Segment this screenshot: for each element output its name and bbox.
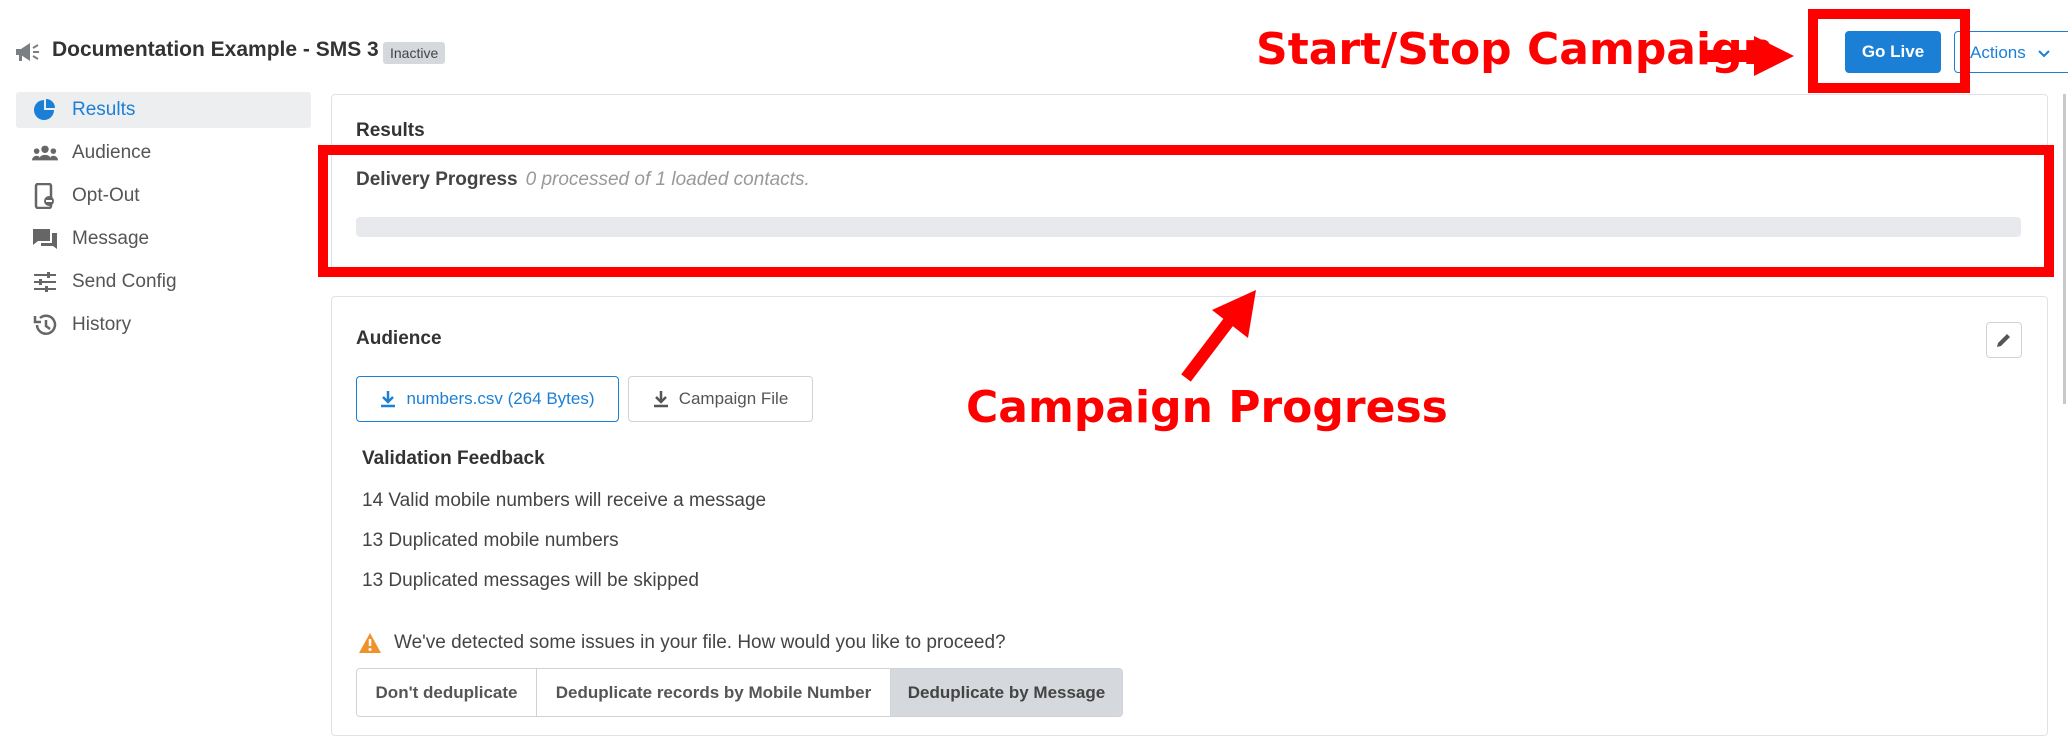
sidebar-item-message[interactable]: Message <box>16 221 311 257</box>
history-icon <box>32 312 58 338</box>
dedupe-warning: We've detected some issues in your file.… <box>358 632 1006 654</box>
sidebar-item-send-config[interactable]: Send Config <box>16 264 311 300</box>
go-live-highlight <box>1808 9 1970 93</box>
progress-highlight <box>318 145 2054 277</box>
actions-dropdown-button[interactable]: Actions <box>1954 31 2068 73</box>
results-heading: Results <box>356 120 425 141</box>
audience-heading: Audience <box>356 328 442 349</box>
download-icon <box>380 390 396 408</box>
megaphone-icon <box>14 40 42 64</box>
dont-deduplicate-option[interactable]: Don't deduplicate <box>357 669 537 716</box>
file-button-label: numbers.csv (264 Bytes) <box>406 389 595 408</box>
sidebar-item-history[interactable]: History <box>16 307 311 343</box>
status-badge: Inactive <box>383 42 446 64</box>
phone-optout-icon <box>32 183 58 209</box>
sidebar-item-opt-out[interactable]: Opt-Out <box>16 178 311 214</box>
edit-button[interactable] <box>1986 322 2022 358</box>
download-icon <box>653 390 669 408</box>
warning-icon <box>358 632 382 654</box>
download-numbers-file-button[interactable]: numbers.csv (264 Bytes) <box>356 376 619 422</box>
pie-chart-icon <box>32 97 58 123</box>
sidebar-item-results[interactable]: Results <box>16 92 311 128</box>
campaign-progress-annotation: Campaign Progress <box>966 382 1448 433</box>
actions-label: Actions <box>1970 43 2026 62</box>
feedback-line: 14 Valid mobile numbers will receive a m… <box>362 490 767 511</box>
sidebar-item-audience[interactable]: Audience <box>16 135 311 171</box>
sidebar-item-label: Audience <box>72 142 152 163</box>
dedupe-options: Don't deduplicate Deduplicate records by… <box>356 668 1123 717</box>
campaign-title: Documentation Example - SMS 3 <box>52 38 379 61</box>
warning-text: We've detected some issues in your file.… <box>394 632 1006 653</box>
arrow-up-right-icon <box>1178 288 1258 389</box>
campaign-file-label: Campaign File <box>678 389 789 408</box>
arrow-right-icon <box>1706 34 1796 83</box>
sidebar-item-label: Results <box>72 99 136 120</box>
feedback-line: 13 Duplicated messages will be skipped <box>362 570 699 591</box>
campaign-file-button[interactable]: Campaign File <box>628 376 813 422</box>
dedupe-by-message-option[interactable]: Deduplicate by Message <box>891 669 1122 716</box>
sidebar-item-label: Send Config <box>72 271 177 292</box>
chat-icon <box>32 226 58 252</box>
dedupe-by-mobile-option[interactable]: Deduplicate records by Mobile Number <box>537 669 891 716</box>
feedback-line: 13 Duplicated mobile numbers <box>362 530 619 551</box>
users-icon <box>32 140 58 166</box>
sliders-icon <box>32 269 58 295</box>
scrollbar[interactable] <box>2063 94 2066 404</box>
chevron-down-icon <box>2038 32 2051 74</box>
pencil-icon <box>1995 331 2013 349</box>
validation-feedback-heading: Validation Feedback <box>362 448 545 469</box>
sidebar-item-label: Message <box>72 228 150 249</box>
sidebar-item-label: Opt-Out <box>72 185 140 206</box>
sidebar-item-label: History <box>72 314 132 335</box>
start-stop-annotation: Start/Stop Campaign <box>1256 24 1774 75</box>
